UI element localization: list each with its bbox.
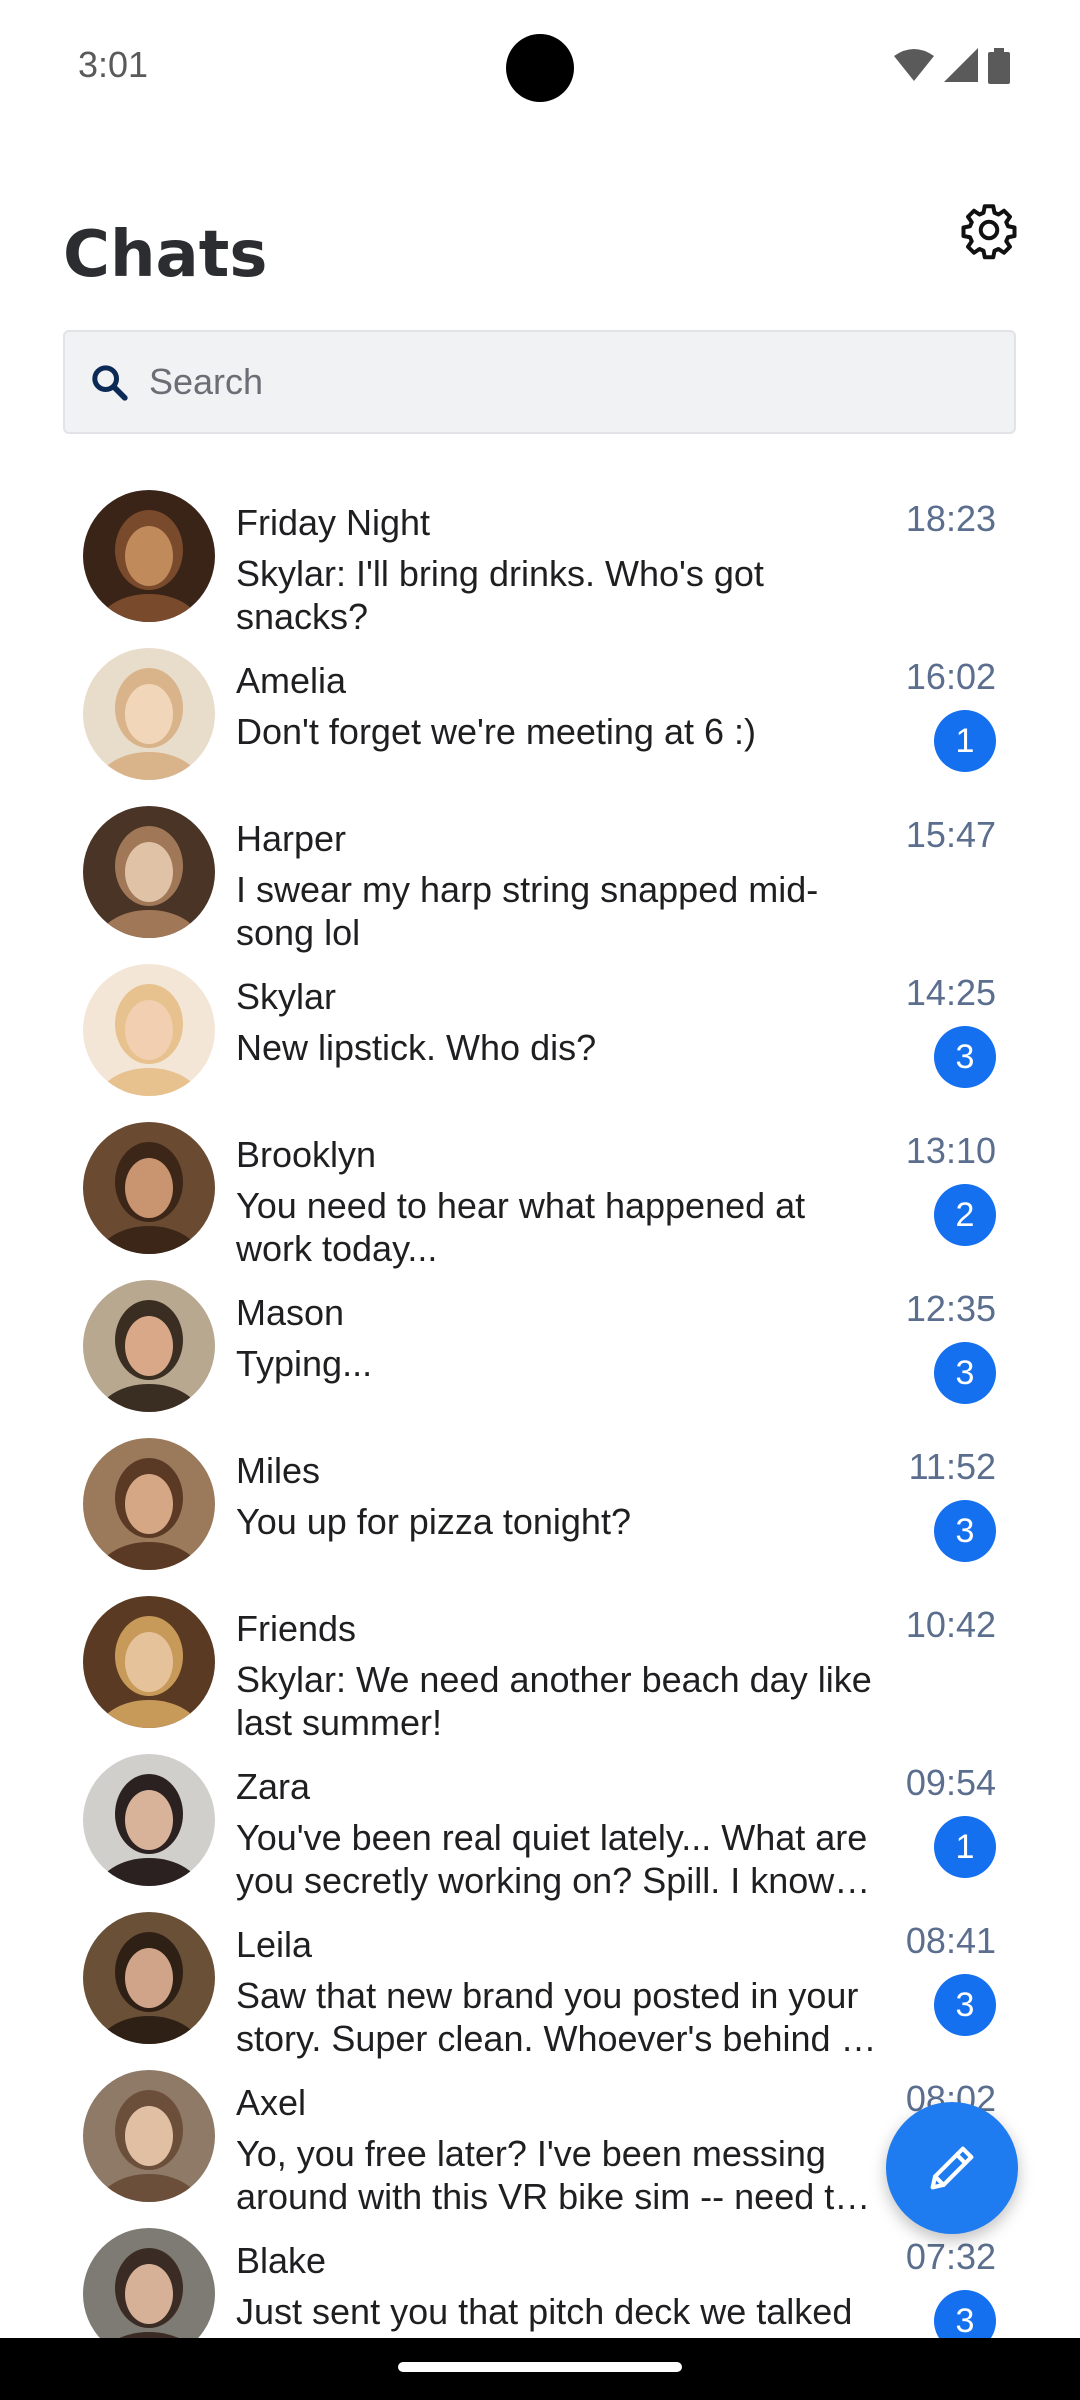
page-title: Chats — [63, 218, 268, 292]
avatar — [83, 1754, 215, 1886]
chat-item[interactable]: Friends Skylar: We need another beach day… — [0, 1586, 1080, 1744]
chat-time: 14:25 — [905, 972, 996, 1013]
chat-item[interactable]: Blake Just sent you that pitch deck we ta… — [0, 2218, 1080, 2338]
chat-name: Friday Night — [236, 502, 431, 543]
avatar-image — [83, 1912, 215, 2044]
chat-name: Zara — [236, 1766, 311, 1807]
avatar — [83, 2228, 215, 2338]
chat-name: Blake — [236, 2240, 327, 2281]
chat-name: Friends — [236, 1608, 357, 1649]
chat-time: 15:47 — [905, 814, 996, 855]
chat-name: Amelia — [236, 660, 347, 701]
avatar — [83, 1912, 215, 2044]
unread-badge: 3 — [934, 1974, 996, 2036]
signal-icon — [944, 48, 978, 82]
gear-icon — [961, 204, 1017, 260]
avatar — [83, 490, 215, 622]
unread-badge: 1 — [934, 710, 996, 772]
avatar — [83, 806, 215, 938]
avatar-image — [83, 806, 215, 938]
chat-name: Brooklyn — [236, 1134, 377, 1175]
chat-preview: You need to hear what happened at work t… — [236, 1185, 806, 1269]
avatar — [83, 1596, 215, 1728]
wifi-icon — [894, 49, 934, 81]
avatar-image — [83, 490, 215, 622]
unread-badge: 3 — [934, 2290, 996, 2338]
avatar — [83, 1438, 215, 1570]
chat-list: Friday Night Skylar: I'll bring drinks. W… — [0, 480, 1080, 2338]
avatar — [83, 1280, 215, 1412]
navigation-bar — [0, 2338, 1080, 2400]
chat-item[interactable]: Brooklyn You need to hear what happened a… — [0, 1112, 1080, 1270]
home-handle[interactable] — [398, 2362, 682, 2372]
unread-badge: 3 — [934, 1500, 996, 1562]
status-time: 3:01 — [78, 44, 149, 85]
chat-preview: You've been real quiet lately... What ar… — [236, 1817, 868, 1901]
settings-button[interactable] — [955, 196, 1023, 264]
battery-icon — [988, 48, 1010, 84]
chat-item[interactable]: Mason Typing... 12:35 3 — [0, 1270, 1080, 1428]
avatar — [83, 648, 215, 780]
chat-preview: New lipstick. Who dis? — [236, 1027, 597, 1068]
avatar-image — [83, 648, 215, 780]
chat-time: 08:41 — [905, 1920, 996, 1961]
chat-item[interactable]: Miles You up for pizza tonight? 11:52 3 — [0, 1428, 1080, 1586]
chat-name: Leila — [236, 1924, 313, 1965]
avatar-image — [83, 1438, 215, 1570]
chat-name: Skylar — [236, 976, 337, 1017]
unread-badge: 3 — [934, 1026, 996, 1088]
chat-time: 18:23 — [905, 498, 996, 539]
avatar-image — [83, 1280, 215, 1412]
avatar — [83, 2070, 215, 2202]
chat-item[interactable]: Friday Night Skylar: I'll bring drinks. W… — [0, 480, 1080, 638]
search-icon — [92, 365, 128, 401]
avatar — [83, 964, 215, 1096]
chat-preview: Typing... — [236, 1343, 373, 1384]
compose-button[interactable] — [886, 2102, 1018, 2234]
chat-name: Miles — [236, 1450, 321, 1491]
status-icons — [894, 48, 1010, 84]
avatar-image — [83, 964, 215, 1096]
avatar-image — [83, 1754, 215, 1886]
chat-preview: You up for pizza tonight? — [236, 1501, 631, 1542]
avatar-image — [83, 1596, 215, 1728]
avatar-image — [83, 1122, 215, 1254]
chat-time: 16:02 — [905, 656, 996, 697]
unread-badge: 2 — [934, 1184, 996, 1246]
chat-preview: Skylar: We need another beach day like l… — [236, 1659, 872, 1743]
chat-name: Mason — [236, 1292, 345, 1333]
chat-item[interactable]: Leila Saw that new brand you posted in yo… — [0, 1902, 1080, 2060]
status-bar: 3:01 — [0, 0, 1080, 136]
chat-preview: Skylar: I'll bring drinks. Who's got sna… — [236, 553, 764, 637]
chat-time: 12:35 — [905, 1288, 996, 1329]
chat-preview: I swear my harp string snapped mid-song … — [236, 869, 819, 953]
chat-time: 09:54 — [905, 1762, 996, 1803]
chat-time: 11:52 — [908, 1446, 996, 1487]
pencil-icon — [930, 2146, 974, 2190]
search-bar[interactable] — [63, 330, 1016, 434]
chat-item[interactable]: Harper I swear my harp string snapped mid… — [0, 796, 1080, 954]
chat-name: Axel — [236, 2082, 307, 2123]
chat-time: 10:42 — [905, 1604, 996, 1645]
chat-item[interactable]: Amelia Don't forget we're meeting at 6 :)… — [0, 638, 1080, 796]
chat-preview: Don't forget we're meeting at 6 :) — [236, 711, 756, 752]
avatar-image — [83, 2070, 215, 2202]
chat-time: 13:10 — [905, 1130, 996, 1171]
avatar-image — [83, 2228, 215, 2338]
search-input[interactable] — [149, 361, 969, 403]
front-camera — [506, 34, 574, 102]
chat-item[interactable]: Zara You've been real quiet lately... Wha… — [0, 1744, 1080, 1902]
avatar — [83, 1122, 215, 1254]
chat-item[interactable]: Skylar New lipstick. Who dis? 14:25 3 — [0, 954, 1080, 1112]
unread-badge: 1 — [934, 1816, 996, 1878]
chat-preview: Yo, you free later? I've been messing ar… — [236, 2133, 855, 2217]
chat-name: Harper — [236, 818, 347, 859]
unread-badge: 3 — [934, 1342, 996, 1404]
chat-preview: Just sent you that pitch deck we talked … — [236, 2291, 853, 2338]
chat-time: 07:32 — [905, 2236, 996, 2277]
chat-preview: Saw that new brand you posted in your st… — [236, 1975, 859, 2059]
